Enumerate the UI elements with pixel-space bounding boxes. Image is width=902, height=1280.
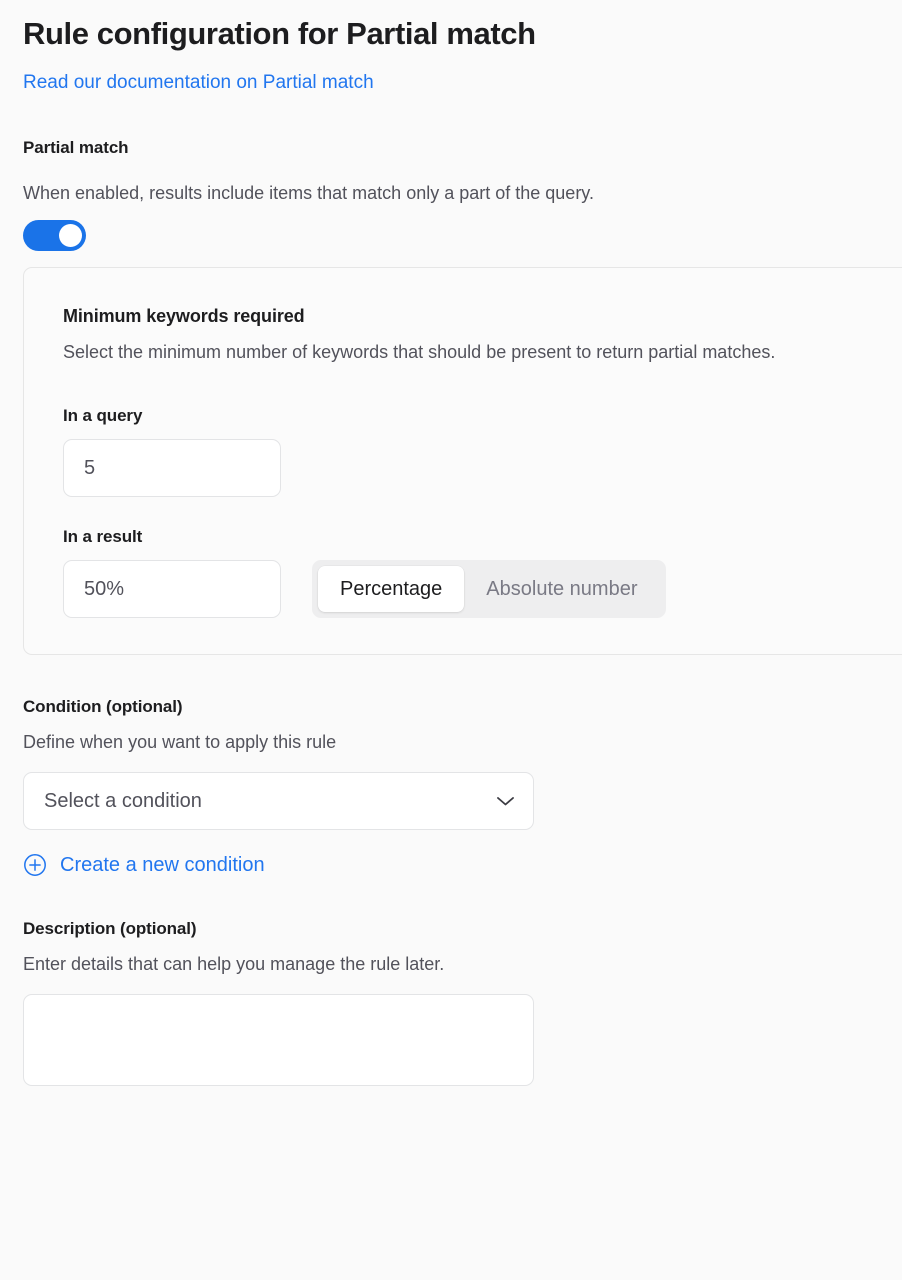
rule-configuration-page: Rule configuration for Partial match Rea… (0, 0, 902, 1280)
description-textarea[interactable] (23, 994, 534, 1086)
condition-section: Condition (optional) Define when you wan… (23, 697, 902, 877)
minimum-keywords-description: Select the minimum number of keywords th… (63, 342, 776, 362)
in-a-query-stepper[interactable] (63, 439, 281, 497)
in-a-result-stepper[interactable] (63, 560, 281, 618)
result-unit-segmented-control: Percentage Absolute number (312, 560, 666, 618)
in-a-result-input[interactable] (64, 561, 280, 617)
create-new-condition-link[interactable]: Create a new condition (23, 853, 265, 877)
segment-percentage[interactable]: Percentage (318, 566, 465, 612)
plus-circle-icon (24, 854, 46, 876)
condition-heading: Condition (optional) (23, 697, 183, 716)
description-section: Description (optional) Enter details tha… (23, 919, 902, 1091)
documentation-link[interactable]: Read our documentation on Partial match (23, 70, 374, 96)
partial-match-toggle[interactable] (23, 220, 86, 251)
in-a-result-group: In a result 50% Percentage Absolute numb… (63, 527, 902, 618)
description-heading: Description (optional) (23, 919, 197, 938)
segment-absolute-number[interactable]: Absolute number (464, 566, 659, 612)
condition-description: Define when you want to apply this rule (23, 732, 337, 752)
in-a-query-group: In a query (63, 406, 902, 497)
in-a-result-row: Percentage Absolute number (63, 560, 902, 618)
partial-match-description: When enabled, results include items that… (23, 183, 594, 203)
in-a-query-label: In a query (63, 406, 143, 425)
condition-select[interactable]: Select a condition (23, 772, 534, 830)
toggle-knob (59, 224, 82, 247)
partial-match-heading: Partial match (23, 138, 129, 157)
create-new-condition-label: Create a new condition (60, 853, 265, 876)
minimum-keywords-title: Minimum keywords required (63, 306, 305, 326)
minimum-keywords-panel: Minimum keywords required Select the min… (23, 267, 902, 655)
condition-select-placeholder: Select a condition (44, 789, 202, 812)
description-helper-text: Enter details that can help you manage t… (23, 954, 445, 974)
chevron-down-icon (497, 797, 514, 806)
partial-match-section: Partial match When enabled, results incl… (23, 138, 902, 251)
in-a-query-input[interactable] (64, 440, 280, 496)
in-a-result-label: In a result (63, 527, 143, 546)
page-title: Rule configuration for Partial match (23, 16, 536, 51)
